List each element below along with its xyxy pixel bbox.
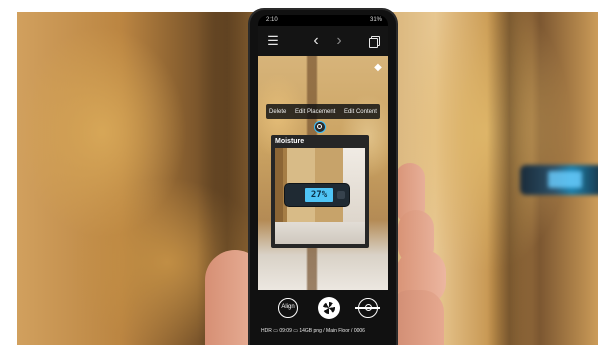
status-bar: 2:10 31% bbox=[258, 15, 388, 26]
annotation-action-bar: Delete Edit Placement Edit Content bbox=[266, 104, 380, 119]
meter-reading: 27% bbox=[305, 188, 333, 202]
battery-level: 31% bbox=[369, 17, 382, 23]
level-icon[interactable] bbox=[355, 298, 380, 318]
meter-screen bbox=[548, 171, 582, 188]
photo-frame: 2:10 31% ☰ ‹ › ◆ Delete Edit Placement E… bbox=[0, 0, 598, 345]
edit-placement-button[interactable]: Edit Placement bbox=[295, 109, 335, 115]
app-top-bar: ☰ ‹ › bbox=[258, 26, 388, 56]
shutter-icon[interactable] bbox=[318, 297, 340, 319]
camera-view: ◆ Delete Edit Placement Edit Content Moi… bbox=[258, 56, 388, 290]
capture-info: HDR ▭ 09:09 ▭ 14GB png / Main Floor / 00… bbox=[261, 328, 365, 334]
status-time: 2:10 bbox=[266, 17, 278, 23]
copy-icon[interactable] bbox=[366, 32, 384, 50]
tag-icon[interactable]: ◆ bbox=[372, 62, 384, 74]
menu-icon[interactable]: ☰ bbox=[264, 32, 282, 50]
align-button[interactable]: Align bbox=[278, 298, 298, 318]
chevron-right-icon[interactable]: › bbox=[330, 32, 348, 50]
chevron-left-icon[interactable]: ‹ bbox=[307, 32, 325, 50]
annotation-pin-icon[interactable] bbox=[314, 121, 326, 133]
finger bbox=[388, 290, 444, 345]
moisture-meter: 27% bbox=[285, 184, 349, 206]
moisture-meter-blurred bbox=[520, 165, 598, 195]
delete-button[interactable]: Delete bbox=[269, 109, 286, 115]
annotation-card[interactable]: Moisture 27% bbox=[271, 135, 369, 248]
card-title: Moisture bbox=[275, 138, 305, 145]
edit-content-button[interactable]: Edit Content bbox=[344, 109, 377, 115]
card-photo: 27% bbox=[275, 148, 365, 244]
phone-screen: 2:10 31% ☰ ‹ › ◆ Delete Edit Placement E… bbox=[258, 15, 388, 345]
camera-controls: Align HDR ▭ 09:09 ▭ 14GB png / Main Floo… bbox=[258, 290, 388, 345]
